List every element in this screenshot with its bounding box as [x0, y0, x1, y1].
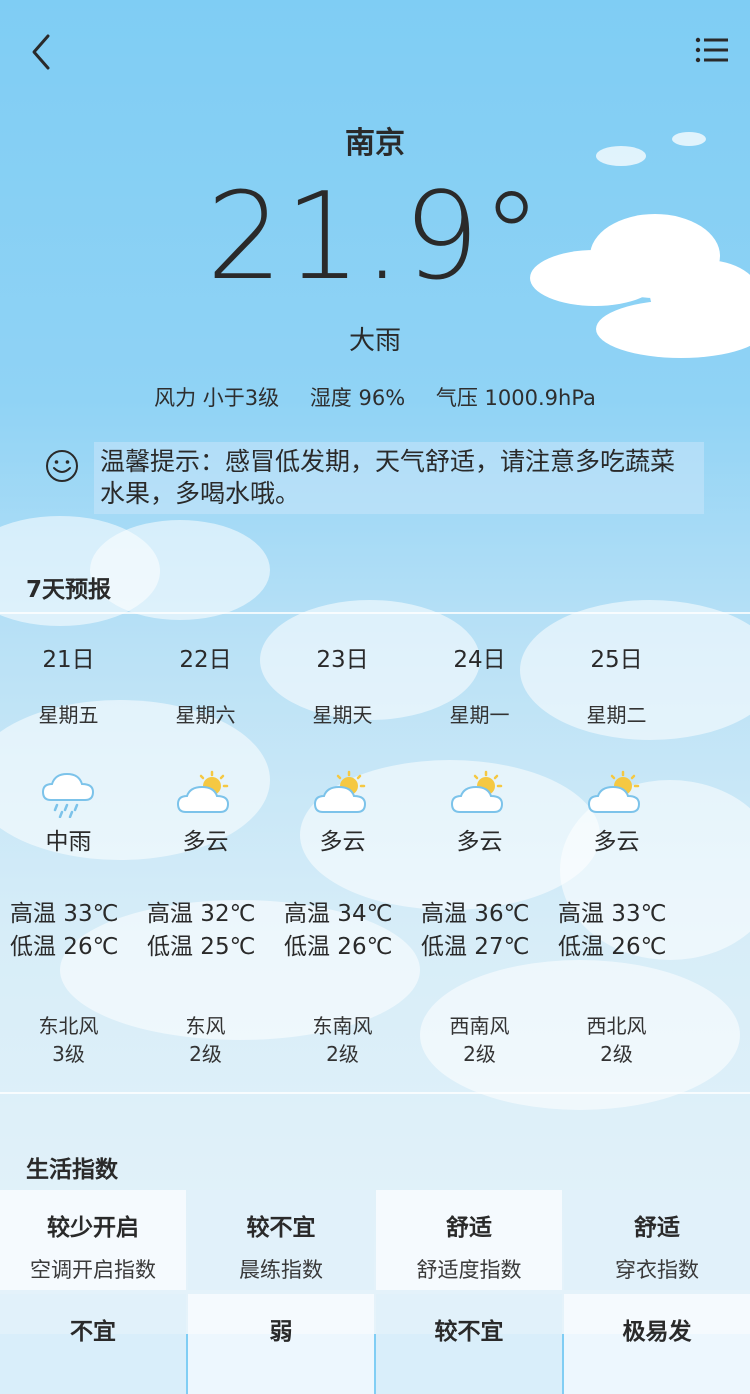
forecast-date: 25日	[590, 647, 643, 673]
menu-button[interactable]	[694, 34, 732, 68]
current-condition: 大雨	[348, 326, 401, 356]
life-index-name: 空调开启指数	[30, 1258, 156, 1282]
life-divider	[0, 1092, 750, 1094]
forecast-wind-direction: 西北风	[586, 1014, 647, 1038]
forecast-date: 21日	[42, 647, 95, 673]
tip-text: 温馨提示：感冒低发期，天气舒适，请注意多吃蔬菜水果，多喝水哦。	[94, 442, 704, 514]
forecast-wind-direction: 西南风	[449, 1014, 510, 1038]
forecast-condition: 多云	[456, 829, 503, 855]
life-index-level: 较不宜	[434, 1319, 504, 1345]
forecast-weekday: 星期天	[312, 703, 373, 727]
forecast-condition: 多云	[593, 829, 640, 855]
forecast-weekday: 星期五	[38, 703, 99, 727]
forecast-wind-level: 2级	[326, 1042, 359, 1066]
forecast-low: 低温 26℃	[558, 934, 667, 960]
forecast-low: 低温 27℃	[421, 934, 530, 960]
partly-cloudy-icon	[587, 770, 640, 813]
rain-cloud-icon	[41, 772, 94, 818]
life-index-level: 极易发	[622, 1319, 692, 1345]
forecast-temps: 高温 34℃ 低温 26℃	[274, 898, 411, 964]
forecast-date: 22日	[179, 647, 232, 673]
forecast-date: 24日	[453, 647, 506, 673]
forecast-wind-level: 3级	[52, 1042, 85, 1066]
current-temperature: 21.9°	[206, 168, 544, 307]
life-index-name: 舒适度指数	[416, 1258, 522, 1282]
forecast-day: 23日 星期天 多云 高温 34℃ 低温 26℃ 东南风 2级	[274, 640, 411, 1068]
forecast-list: 21日 星期五 中雨 高温 33℃ 低温 26℃ 东北风 3级 22日 星期六	[0, 640, 750, 1080]
life-index-name: 晨练指数	[239, 1258, 323, 1282]
life-index-level: 不宜	[70, 1319, 116, 1345]
forecast-wind: 东风 2级	[137, 1012, 274, 1068]
forecast-temps: 高温 36℃ 低温 27℃	[411, 898, 548, 964]
humidity-info: 湿度 96%	[309, 386, 406, 410]
life-index-item[interactable]: 弱	[188, 1294, 374, 1394]
forecast-low: 低温 26℃	[10, 934, 119, 960]
forecast-low: 低温 25℃	[147, 934, 256, 960]
life-index-level: 较不宜	[246, 1215, 316, 1241]
life-index-item[interactable]: 舒适 穿衣指数	[564, 1190, 750, 1290]
forecast-condition: 中雨	[45, 829, 92, 855]
forecast-condition: 多云	[182, 829, 229, 855]
forecast-day: 24日 星期一 多云 高温 36℃ 低温 27℃ 西南风 2级	[411, 640, 548, 1068]
forecast-wind: 东北风 3级	[0, 1012, 137, 1068]
partly-cloudy-icon	[450, 770, 503, 813]
forecast-wind-direction: 东南风	[312, 1014, 373, 1038]
forecast-high: 高温 33℃	[558, 901, 667, 927]
life-index-item[interactable]: 较不宜 晨练指数	[188, 1190, 374, 1290]
life-index-title: 生活指数	[26, 1157, 118, 1183]
forecast-temps: 高温 33℃ 低温 26℃	[0, 898, 137, 964]
life-index-level: 舒适	[634, 1215, 680, 1241]
forecast-temps: 高温 32℃ 低温 25℃	[137, 898, 274, 964]
forecast-high: 高温 34℃	[284, 901, 393, 927]
forecast-wind-level: 2级	[463, 1042, 496, 1066]
forecast-wind: 西北风 2级	[548, 1012, 685, 1068]
life-index-name: 穿衣指数	[615, 1258, 699, 1282]
life-index-grid: 较少开启 空调开启指数 较不宜 晨练指数 舒适 舒适度指数 舒适 穿衣指数 不宜…	[0, 1190, 750, 1394]
forecast-day: 25日 星期二 多云 高温 33℃ 低温 26℃ 西北风 2级	[548, 640, 685, 1068]
forecast-weekday: 星期二	[586, 703, 647, 727]
forecast-high: 高温 32℃	[147, 901, 256, 927]
forecast-high: 高温 36℃	[421, 901, 530, 927]
life-index-item[interactable]: 不宜	[0, 1294, 186, 1394]
forecast-temps: 高温 33℃ 低温 26℃	[548, 898, 685, 964]
city-name: 南京	[345, 126, 405, 161]
weather-meta: 风力 小于3级 湿度 96% 气压 1000.9hPa	[0, 382, 750, 412]
forecast-weekday: 星期六	[175, 703, 236, 727]
chevron-left-icon	[32, 34, 50, 70]
forecast-condition: 多云	[319, 829, 366, 855]
life-index-item[interactable]: 较少开启 空调开启指数	[0, 1190, 186, 1290]
forecast-wind-level: 2级	[189, 1042, 222, 1066]
forecast-day: 22日 星期六 多云 高温 32℃ 低温 25℃ 东风 2级	[137, 640, 274, 1068]
back-button[interactable]	[26, 28, 66, 76]
forecast-weekday: 星期一	[449, 703, 510, 727]
forecast-wind: 东南风 2级	[274, 1012, 411, 1068]
tip-panel: 温馨提示：感冒低发期，天气舒适，请注意多吃蔬菜水果，多喝水哦。	[44, 442, 704, 520]
forecast-day: 21日 星期五 中雨 高温 33℃ 低温 26℃ 东北风 3级	[0, 640, 137, 1068]
life-index-item[interactable]: 较不宜	[376, 1294, 562, 1394]
life-index-level: 舒适	[446, 1215, 492, 1241]
forecast-title: 7天预报	[26, 577, 112, 603]
partly-cloudy-icon	[313, 770, 366, 813]
forecast-high: 高温 33℃	[10, 901, 119, 927]
forecast-wind: 西南风 2级	[411, 1012, 548, 1068]
list-menu-icon	[695, 37, 728, 63]
life-index-item[interactable]: 舒适 舒适度指数	[376, 1190, 562, 1290]
life-index-level: 较少开启	[47, 1215, 139, 1241]
partly-cloudy-icon	[176, 770, 229, 813]
life-index-level: 弱	[269, 1319, 293, 1345]
smiley-icon	[46, 450, 78, 482]
forecast-date: 23日	[316, 647, 369, 673]
forecast-divider	[0, 612, 750, 614]
pressure-info: 气压 1000.9hPa	[435, 386, 596, 410]
forecast-wind-direction: 东北风	[38, 1014, 99, 1038]
wind-info: 风力 小于3级	[154, 386, 280, 410]
life-index-item[interactable]: 极易发	[564, 1294, 750, 1394]
forecast-low: 低温 26℃	[284, 934, 393, 960]
forecast-wind-level: 2级	[600, 1042, 633, 1066]
forecast-wind-direction: 东风	[185, 1014, 226, 1038]
